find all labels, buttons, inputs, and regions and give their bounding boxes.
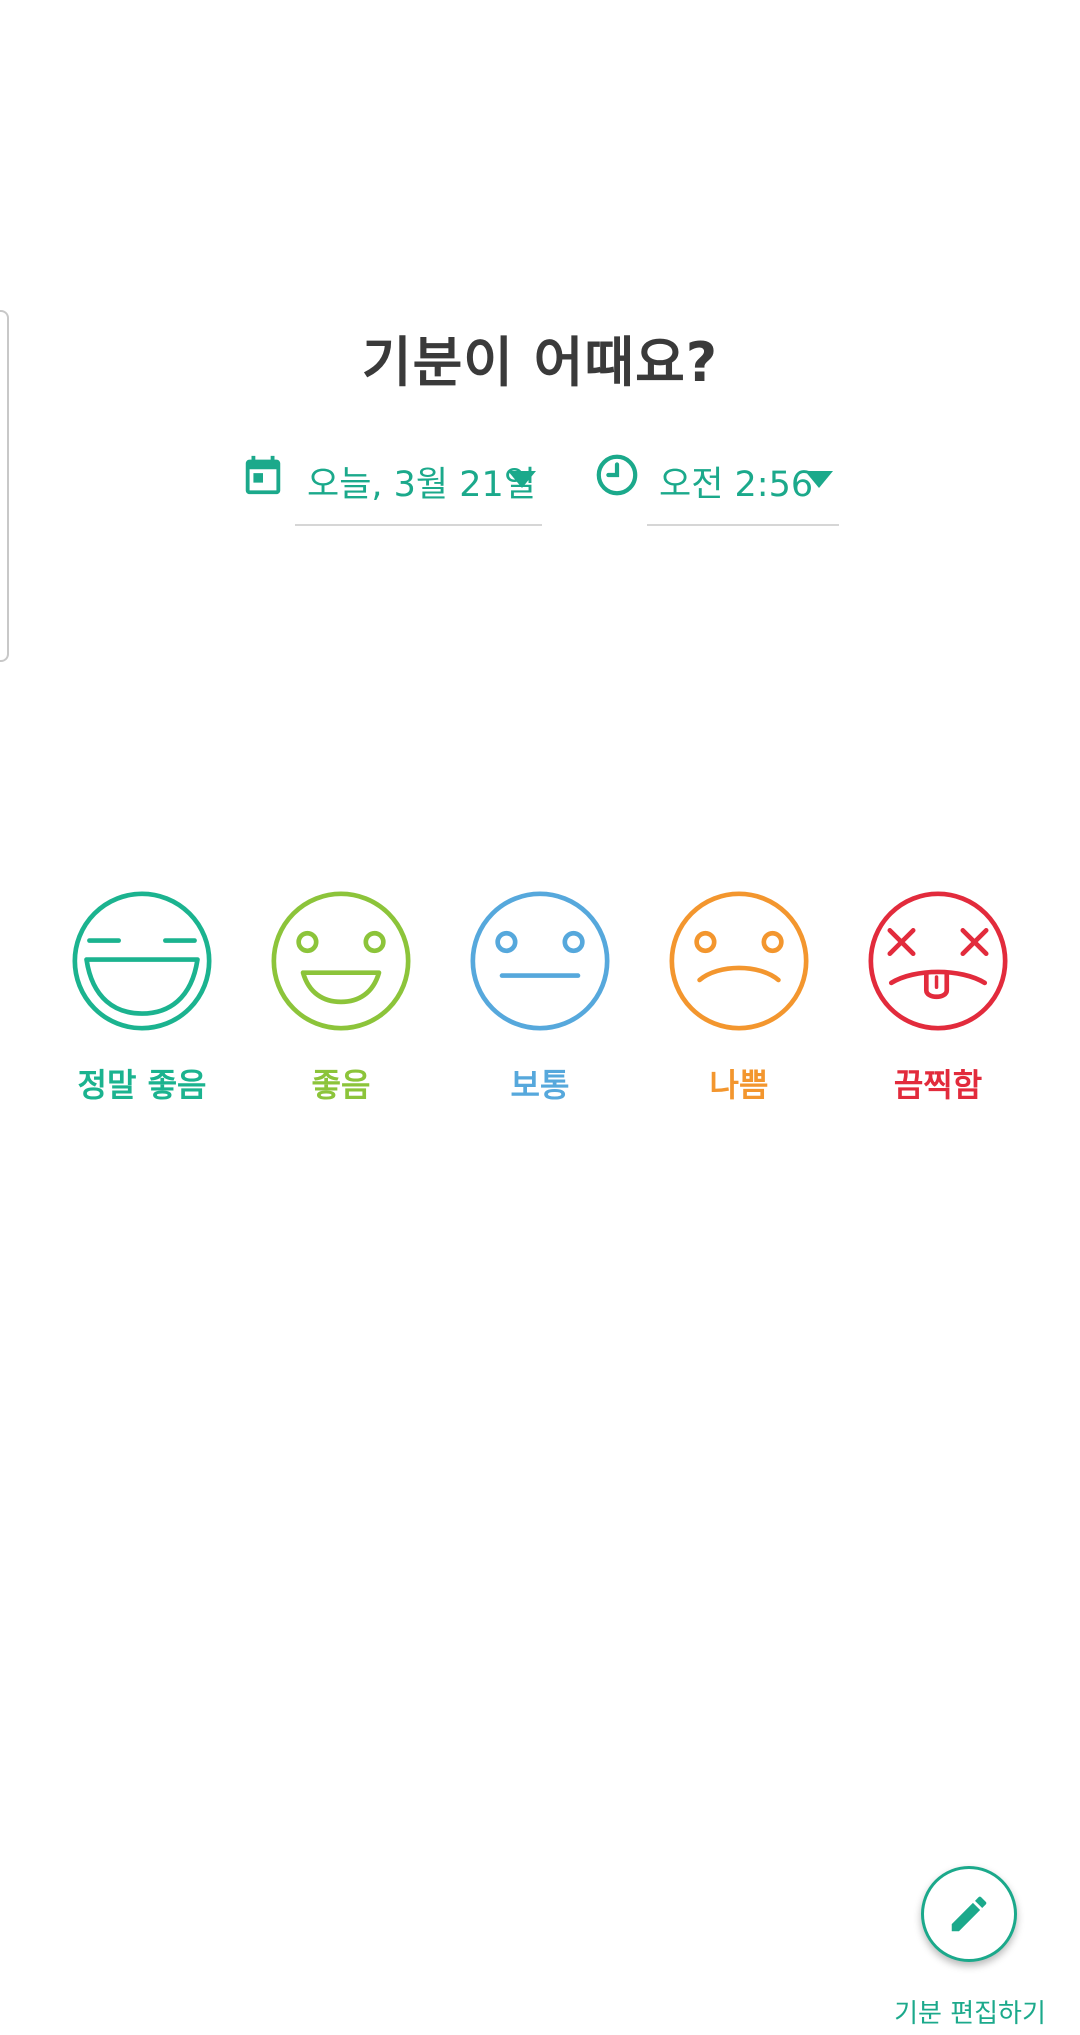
mood-label: 정말 좋음: [77, 1066, 207, 1104]
mood-label: 끔찍함: [893, 1066, 983, 1104]
mood-great-button[interactable]: 정말 좋음: [57, 888, 227, 1118]
sad-face-icon: [669, 891, 809, 1031]
page-title: 기분이 어때요?: [361, 331, 719, 394]
dizzy-face-icon: [868, 891, 1008, 1031]
date-value: 오늘, 3월 21일: [307, 465, 536, 505]
mood-meh-button[interactable]: 보통: [455, 888, 625, 1118]
mood-label: 보통: [510, 1066, 570, 1104]
time-field[interactable]: 오전 2:56: [647, 440, 839, 526]
clock-icon: [596, 454, 638, 496]
chevron-down-icon: [508, 471, 536, 488]
edit-moods-button[interactable]: [921, 1866, 1017, 1962]
mood-label: 나쁨: [709, 1066, 769, 1104]
chevron-down-icon: [805, 471, 833, 488]
mood-selector: 정말 좋음 좋음 보통 나쁨 끔찍함: [0, 888, 1080, 1128]
time-value: 오전 2:56: [659, 465, 814, 505]
pencil-icon: [951, 1896, 987, 1932]
mood-good-button[interactable]: 좋음: [256, 888, 426, 1118]
neutral-face-icon: [470, 891, 610, 1031]
calendar-icon: [245, 455, 281, 495]
time-picker[interactable]: 오전 2:56: [594, 440, 839, 526]
grinning-face-icon: [72, 891, 212, 1031]
date-field[interactable]: 오늘, 3월 21일: [295, 440, 542, 526]
smiling-face-icon: [271, 891, 411, 1031]
edit-moods-label: 기분 편집하기: [894, 1999, 1046, 2029]
mood-awful-button[interactable]: 끔찍함: [853, 888, 1023, 1118]
mood-bad-button[interactable]: 나쁨: [654, 888, 824, 1118]
date-picker[interactable]: 오늘, 3월 21일: [240, 440, 542, 526]
mood-label: 좋음: [311, 1066, 371, 1104]
